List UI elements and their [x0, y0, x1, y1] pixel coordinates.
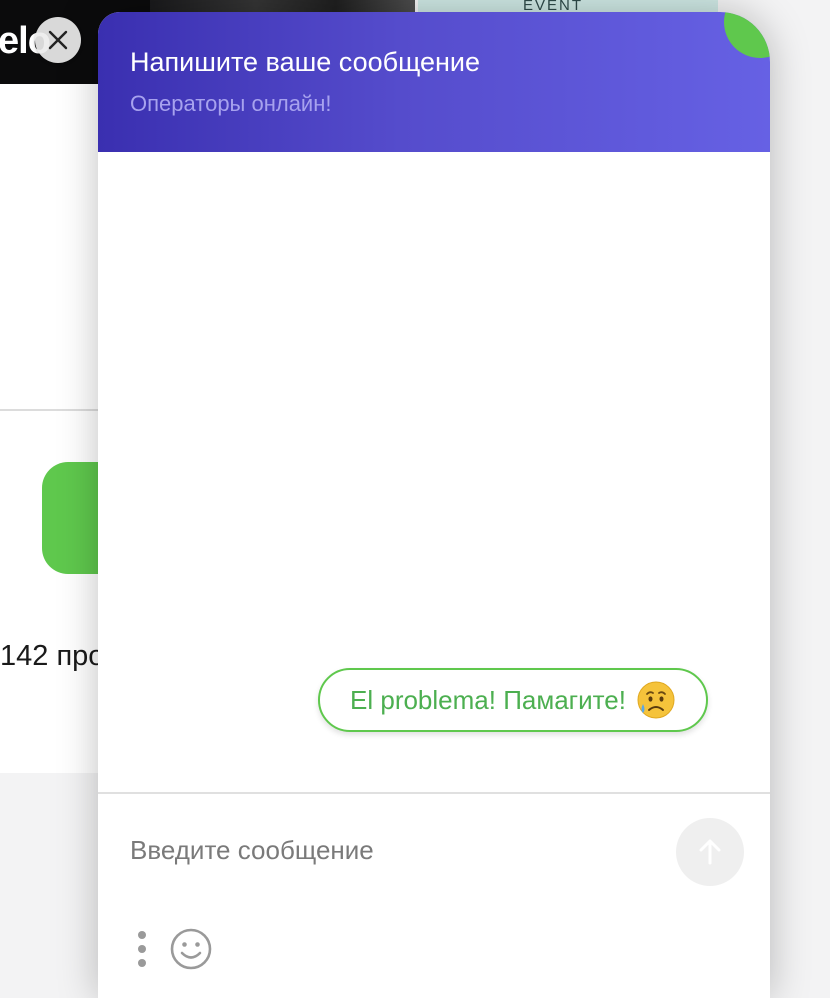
menu-dots-icon[interactable] [128, 924, 156, 974]
composer-tools [128, 924, 214, 974]
chat-widget: Напишите ваше сообщение Операторы онлайн… [98, 12, 770, 998]
message-input[interactable] [130, 830, 650, 870]
close-button[interactable] [35, 17, 81, 63]
message-list: El problema! Памагите! [98, 152, 770, 792]
message-text: El problema! Памагите! [350, 684, 626, 715]
chat-header: Напишите ваше сообщение Операторы онлайн… [98, 12, 770, 152]
composer-divider [98, 792, 770, 794]
sad-tear-emoji-icon [636, 680, 676, 720]
send-arrow-icon [699, 839, 721, 865]
close-icon [48, 30, 68, 50]
background-count-text: 142 про [0, 640, 105, 672]
smiley-icon [170, 928, 212, 970]
emoji-button[interactable] [168, 926, 214, 972]
send-button[interactable] [676, 818, 744, 886]
status-dot [724, 12, 770, 58]
chat-title: Напишите ваше сообщение [130, 47, 481, 77]
chat-subtitle: Операторы онлайн! [130, 91, 332, 116]
message-bubble: El problema! Памагите! [318, 668, 708, 732]
